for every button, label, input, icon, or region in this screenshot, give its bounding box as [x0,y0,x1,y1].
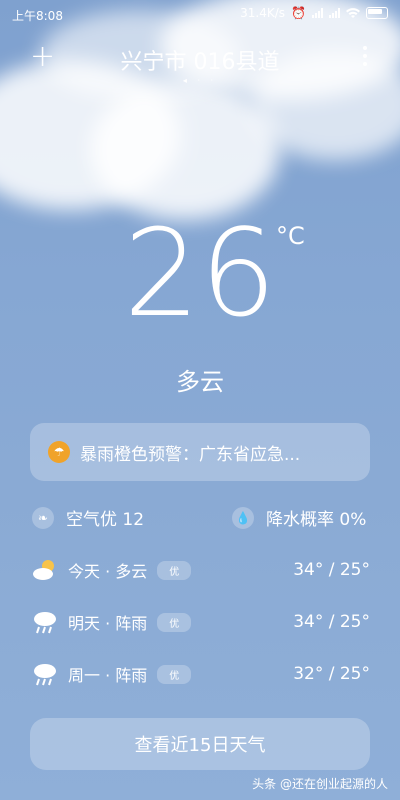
status-icons: 31.4K/s ⏰ [240,6,388,20]
water-drop-icon: 💧 [232,506,254,529]
air-quality-badge: 优 [157,664,192,684]
forecast-day: 明天 · 阵雨 [68,614,148,633]
temperature-range: 34° / 25° [293,612,370,632]
air-quality-badge: 优 [157,560,192,580]
dot-icon [363,54,367,58]
temperature-range: 34° / 25° [293,560,370,580]
battery-icon [366,7,388,19]
dot-icon [363,46,367,50]
rain-icon [30,607,60,637]
temperature-unit: °C [276,222,305,250]
temperature-range: 32° / 25° [293,664,370,684]
location-title: 兴宁市 016县道 [120,50,280,75]
weather-alert-card[interactable]: ☂ 暴雨橙色预警：广东省应急... [30,423,370,481]
watermark: 头条 @还在创业起源的人 [252,777,388,791]
rain-icon [30,659,60,689]
current-condition: 多云 [176,368,224,396]
signal-icon [312,8,323,18]
signal-icon [329,8,340,18]
alarm-icon: ⏰ [291,6,306,20]
forecast-day: 今天 · 多云 [68,562,148,581]
current-temperature: 26 [123,205,277,344]
weather-screen: 上午8:08 31.4K/s ⏰ + 兴宁市 016县道 ◂ · · 26 °C… [0,0,400,800]
forecast-row-monday[interactable]: 周一 · 阵雨 优 32° / 25° [30,654,370,694]
air-quality-badge: 优 [157,612,192,632]
dot-icon [363,62,367,66]
alert-text: 暴雨橙色预警：广东省应急... [80,444,301,465]
header: + 兴宁市 016县道 ◂ · · [0,36,400,86]
status-time: 上午8:08 [12,9,63,23]
precipitation-metric[interactable]: 💧 降水概率 0% [232,505,366,530]
network-speed: 31.4K/s [240,6,286,20]
forecast-row-tomorrow[interactable]: 明天 · 阵雨 优 34° / 25° [30,602,370,642]
wifi-icon [346,7,360,18]
status-bar: 上午8:08 31.4K/s ⏰ [0,0,400,28]
more-menu-button[interactable] [362,46,368,66]
leaf-icon: ❧ [32,506,54,529]
forecast-row-today[interactable]: 今天 · 多云 优 34° / 25° [30,550,370,590]
air-quality-text: 空气优 12 [66,510,145,530]
rainstorm-warning-icon: ☂ [48,441,70,463]
air-quality-metric[interactable]: ❧ 空气优 12 [32,505,144,530]
page-indicator: ◂ · · [182,76,218,85]
view-15-day-forecast-button[interactable]: 查看近15日天气 [30,718,370,770]
precipitation-text: 降水概率 0% [266,510,367,530]
partly-cloudy-icon [30,555,60,585]
forecast-day: 周一 · 阵雨 [68,666,148,685]
